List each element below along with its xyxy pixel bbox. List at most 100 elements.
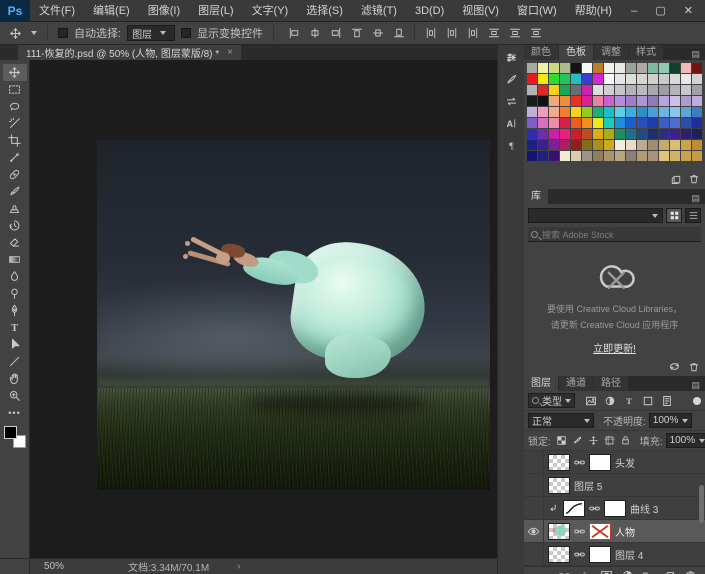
library-search-input[interactable]: 搜索 Adobe Stock <box>528 227 701 242</box>
color-swatch[interactable] <box>648 74 658 84</box>
color-swatch[interactable] <box>560 63 570 73</box>
layer-mask-thumbnail[interactable] <box>604 500 626 517</box>
color-swatch[interactable] <box>582 107 592 117</box>
color-swatch[interactable] <box>571 85 581 95</box>
color-swatch[interactable] <box>692 96 702 106</box>
delete-library-item-icon[interactable] <box>688 361 700 373</box>
distribute-right-icon[interactable] <box>463 24 482 42</box>
healing-brush-tool[interactable] <box>3 166 27 183</box>
color-swatch[interactable] <box>571 96 581 106</box>
layer-row-曲线 3[interactable]: 曲线 3 <box>524 497 705 520</box>
pen-tool[interactable] <box>3 302 27 319</box>
color-swatch[interactable] <box>527 107 537 117</box>
color-swatch[interactable] <box>571 151 581 161</box>
tab-色板[interactable]: 色板 <box>559 45 593 60</box>
new-group-icon[interactable] <box>642 569 655 574</box>
color-swatch[interactable] <box>560 129 570 139</box>
color-swatch[interactable] <box>648 63 658 73</box>
color-swatch[interactable] <box>538 129 548 139</box>
maximize-button[interactable]: ▢ <box>655 4 665 17</box>
disabled-layer-mask-thumbnail[interactable] <box>589 523 611 540</box>
color-swatch[interactable] <box>538 63 548 73</box>
color-swatch[interactable] <box>527 96 537 106</box>
status-chevron-icon[interactable]: › <box>237 561 240 572</box>
color-swatch[interactable] <box>670 151 680 161</box>
adjustment-layer-icon[interactable] <box>621 569 634 574</box>
layer-filter-dropdown[interactable]: 类型 <box>528 393 575 408</box>
color-swatch[interactable] <box>626 63 636 73</box>
color-swatch[interactable] <box>681 140 691 150</box>
color-swatch[interactable] <box>538 140 548 150</box>
color-swatch[interactable] <box>615 96 625 106</box>
align-bottom-edges-icon[interactable] <box>389 24 408 42</box>
path-select-tool[interactable] <box>3 336 27 353</box>
layer-visibility-toggle[interactable] <box>524 474 544 496</box>
color-swatch[interactable] <box>637 85 647 95</box>
properties-icon[interactable] <box>500 47 522 67</box>
color-swatch[interactable] <box>615 85 625 95</box>
color-swatch[interactable] <box>527 140 537 150</box>
lock-artboard-icon[interactable] <box>602 434 617 448</box>
color-swatch[interactable] <box>681 63 691 73</box>
zoom-tool[interactable] <box>3 387 27 404</box>
dodge-tool[interactable] <box>3 285 27 302</box>
color-swatch[interactable] <box>637 118 647 128</box>
color-swatch[interactable] <box>626 118 636 128</box>
color-swatch[interactable] <box>626 85 636 95</box>
color-swatch[interactable] <box>659 129 669 139</box>
paragraph-icon[interactable]: ¶ <box>500 135 522 155</box>
lock-all-icon[interactable] <box>618 434 633 448</box>
color-swatch[interactable] <box>681 96 691 106</box>
tab-libraries[interactable]: 库 <box>524 189 548 204</box>
color-swatch[interactable] <box>527 85 537 95</box>
layer-thumbnail[interactable] <box>548 546 570 563</box>
layer-row-人物[interactable]: 人物 <box>524 520 705 543</box>
distribute-vertical-centers-icon[interactable] <box>505 24 524 42</box>
layer-thumbnail[interactable] <box>548 454 570 471</box>
lasso-tool[interactable] <box>3 98 27 115</box>
color-swatch[interactable] <box>670 96 680 106</box>
color-swatch[interactable] <box>626 151 636 161</box>
color-swatch[interactable] <box>538 151 548 161</box>
color-swatch[interactable] <box>670 129 680 139</box>
filter-toggle-icon[interactable] <box>693 397 701 405</box>
color-swatch[interactable] <box>593 96 603 106</box>
color-swatch[interactable] <box>659 118 669 128</box>
panel-menu-icon[interactable]: ▤ <box>691 49 701 60</box>
color-swatch[interactable] <box>604 151 614 161</box>
color-swatch[interactable] <box>626 129 636 139</box>
color-swatch[interactable] <box>670 85 680 95</box>
color-swatch[interactable] <box>560 85 570 95</box>
panel-menu-icon[interactable]: ▤ <box>691 193 701 204</box>
color-swatch[interactable] <box>681 129 691 139</box>
menu-视图[interactable]: 视图(V) <box>453 0 508 22</box>
color-swatch[interactable] <box>648 129 658 139</box>
color-swatch[interactable] <box>637 129 647 139</box>
color-swatch[interactable] <box>571 107 581 117</box>
color-swatch[interactable] <box>593 63 603 73</box>
color-swatch[interactable] <box>637 63 647 73</box>
color-swatch[interactable] <box>560 96 570 106</box>
align-horizontal-centers-icon[interactable] <box>305 24 324 42</box>
color-swatch[interactable] <box>626 74 636 84</box>
foreground-background-colors[interactable] <box>4 426 26 448</box>
add-mask-icon[interactable] <box>600 569 613 574</box>
color-swatch[interactable] <box>648 96 658 106</box>
opacity-field[interactable]: 100% <box>649 413 693 428</box>
color-swatch[interactable] <box>692 118 702 128</box>
menu-文字[interactable]: 文字(Y) <box>243 0 298 22</box>
mask-link-icon[interactable] <box>574 457 585 468</box>
color-swatch[interactable] <box>604 63 614 73</box>
auto-select-checkbox[interactable] <box>58 28 68 38</box>
zoom-level-field[interactable]: 50% <box>30 561 72 572</box>
pixel-filter-icon[interactable] <box>582 392 599 410</box>
color-swatch[interactable] <box>560 151 570 161</box>
color-swatch[interactable] <box>681 118 691 128</box>
color-swatch[interactable] <box>582 85 592 95</box>
library-select-dropdown[interactable] <box>528 208 663 223</box>
color-swatch[interactable] <box>615 140 625 150</box>
color-swatch[interactable] <box>560 74 570 84</box>
color-swatch[interactable] <box>626 140 636 150</box>
color-swatch[interactable] <box>604 118 614 128</box>
grid-view-icon[interactable] <box>666 208 682 223</box>
